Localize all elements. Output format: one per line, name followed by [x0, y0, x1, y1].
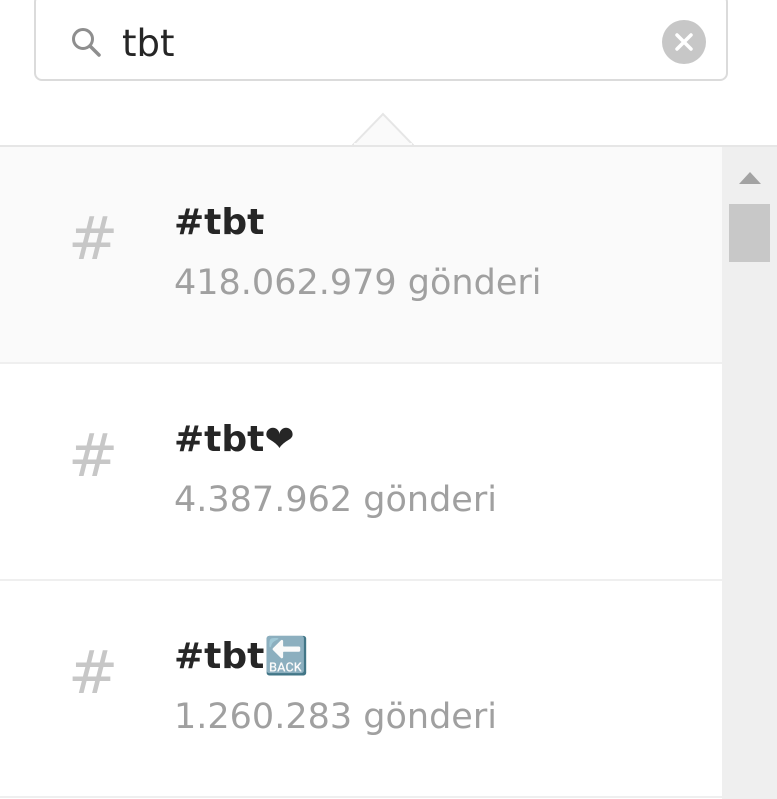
hash-icon: #: [68, 421, 119, 491]
hash-icon: #: [68, 204, 119, 274]
result-item[interactable]: # #tbt❤ 4.387.962 gönderi: [0, 364, 722, 581]
scrollbar[interactable]: [722, 147, 777, 799]
scroll-thumb[interactable]: [729, 204, 770, 262]
hashtag-name: #tbt: [174, 202, 265, 243]
hash-icon: #: [68, 638, 119, 708]
dropdown-caret: [352, 112, 414, 146]
hashtag-post-count: 1.260.283 gönderi: [174, 697, 497, 737]
search-input[interactable]: [122, 16, 642, 70]
search-page: # #tbt 418.062.979 gönderi # #tbt❤ 4.387…: [0, 0, 777, 799]
scroll-up-arrow-icon[interactable]: [736, 169, 764, 187]
hashtag-post-count: 4.387.962 gönderi: [174, 480, 497, 520]
search-box[interactable]: [34, 0, 728, 81]
hashtag-name: #tbt🔙: [174, 636, 310, 677]
result-item[interactable]: # #tbt 418.062.979 gönderi: [0, 147, 722, 364]
search-results-dropdown: # #tbt 418.062.979 gönderi # #tbt❤ 4.387…: [0, 145, 777, 799]
search-icon: [70, 26, 104, 60]
clear-icon[interactable]: [662, 20, 706, 64]
result-item[interactable]: # #tbt🔙 1.260.283 gönderi: [0, 581, 722, 798]
hashtag-post-count: 418.062.979 gönderi: [174, 263, 542, 303]
results-list: # #tbt 418.062.979 gönderi # #tbt❤ 4.387…: [0, 147, 722, 799]
hashtag-name: #tbt❤: [174, 419, 295, 460]
